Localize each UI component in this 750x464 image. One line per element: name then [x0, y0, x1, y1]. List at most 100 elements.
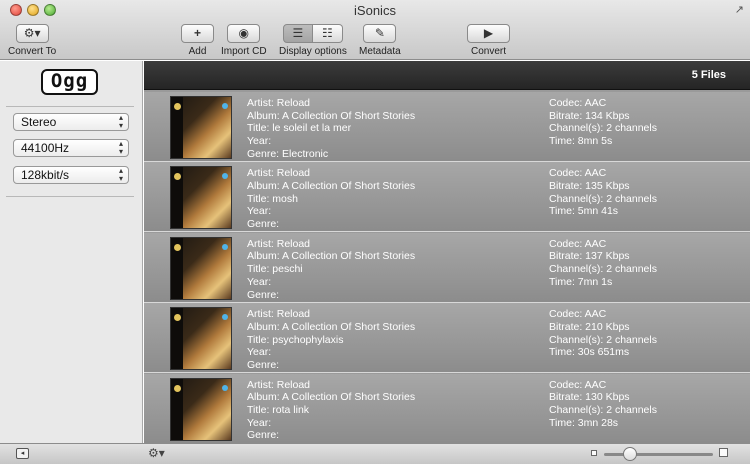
track-year: Year: — [247, 205, 272, 218]
large-thumbnail-icon — [719, 448, 728, 457]
sample-rate-select[interactable]: 44100Hz ▴ ▾ — [13, 139, 129, 157]
track-time: Time: 5mn 41s — [549, 205, 619, 218]
metadata-group: ✎ Metadata — [359, 24, 401, 57]
track-title: Title: mosh — [247, 192, 298, 205]
track-artist: Artist: Reload — [247, 378, 311, 391]
track-channels: Channel(s): 2 channels — [549, 192, 657, 205]
track-genre: Genre: — [247, 358, 280, 371]
ogg-format-logo: Ogg — [41, 69, 98, 95]
edit-icon: ✎ — [374, 26, 385, 40]
track-bitrate: Bitrate: 135 Kbps — [549, 180, 630, 193]
grid-view-button[interactable]: ☷ — [312, 24, 343, 43]
track-album: Album: A Collection Of Short Stories — [247, 320, 416, 333]
track-bitrate: Bitrate: 130 Kbps — [549, 391, 630, 404]
metadata-button[interactable]: ✎ — [363, 24, 397, 43]
track-channels: Channel(s): 2 channels — [549, 122, 657, 135]
gear-icon: ⚙▾ — [23, 26, 41, 40]
track-year: Year: — [247, 416, 272, 429]
add-label: Add — [188, 46, 207, 57]
display-options-label: Display options — [279, 46, 347, 57]
cd-icon: ◉ — [238, 26, 250, 40]
file-row[interactable]: Artist: Reload Album: A Collection Of Sho… — [144, 92, 750, 162]
updown-arrows-icon: ▴ ▾ — [118, 139, 123, 156]
track-metadata: Artist: Reload Album: A Collection Of Sho… — [247, 379, 415, 442]
track-metadata: Artist: Reload Album: A Collection Of Sho… — [247, 238, 415, 301]
bitrate-value: 128kbit/s — [21, 168, 70, 182]
track-channels: Channel(s): 2 channels — [549, 403, 657, 416]
updown-arrows-icon: ▴ ▾ — [118, 113, 123, 130]
track-time: Time: 7mn 1s — [549, 275, 613, 288]
track-channels: Channel(s): 2 channels — [549, 263, 657, 276]
convert-button[interactable]: ▶ — [467, 24, 510, 43]
metadata-label: Metadata — [359, 46, 401, 57]
window-title: iSonics — [354, 3, 396, 18]
album-artwork — [170, 377, 232, 441]
track-codec: Codec: AAC — [549, 378, 607, 391]
small-thumbnail-icon — [591, 450, 597, 456]
track-channels: Channel(s): 2 channels — [549, 333, 657, 346]
track-title: Title: le soleil et la mer — [247, 122, 352, 135]
convert-group: ▶ Convert — [467, 24, 510, 57]
channels-value: Stereo — [21, 115, 57, 129]
track-format-info: Codec: AAC Bitrate: 137 Kbps Channel(s): 2… — [549, 238, 657, 289]
track-bitrate: Bitrate: 137 Kbps — [549, 250, 630, 263]
album-artwork — [170, 96, 232, 159]
track-album: Album: A Collection Of Short Stories — [247, 391, 416, 404]
track-metadata: Artist: Reload Album: A Collection Of Sho… — [247, 308, 415, 371]
track-time: Time: 8mn 5s — [549, 135, 613, 148]
track-codec: Codec: AAC — [549, 237, 607, 250]
track-album: Album: A Collection Of Short Stories — [247, 109, 416, 122]
file-row[interactable]: Artist: Reload Album: A Collection Of Sho… — [144, 373, 750, 444]
track-codec: Codec: AAC — [549, 97, 607, 109]
file-count: 5 Files — [691, 69, 726, 81]
import-cd-button[interactable]: ◉ — [227, 24, 261, 43]
channels-select[interactable]: Stereo ▴ ▾ — [13, 113, 129, 131]
import-cd-label: Import CD — [221, 46, 267, 57]
add-button[interactable]: + — [181, 24, 214, 43]
sidebar-divider — [6, 106, 134, 107]
play-icon: ▶ — [483, 26, 494, 40]
track-genre: Genre: Electronic — [247, 147, 329, 160]
album-artwork — [170, 307, 232, 371]
fullscreen-icon[interactable]: ↗ — [735, 3, 744, 16]
file-row[interactable]: Artist: Reload Album: A Collection Of Sho… — [144, 303, 750, 374]
track-year: Year: — [247, 135, 272, 148]
track-time: Time: 30s 651ms — [549, 346, 630, 359]
track-codec: Codec: AAC — [549, 167, 607, 180]
grid-view-icon: ☷ — [322, 26, 333, 40]
track-bitrate: Bitrate: 210 Kbps — [549, 320, 630, 333]
bitrate-select[interactable]: 128kbit/s ▴ ▾ — [13, 166, 129, 184]
track-title: Title: peschi — [247, 263, 303, 276]
track-artist: Artist: Reload — [247, 167, 311, 180]
track-format-info: Codec: AAC Bitrate: 135 Kbps Channel(s): 2… — [549, 167, 657, 218]
track-artist: Artist: Reload — [247, 97, 311, 109]
album-artwork — [170, 166, 232, 230]
file-list-header: 5 Files — [144, 61, 750, 90]
track-title: Title: psychophylaxis — [247, 333, 344, 346]
track-genre: Genre: — [247, 218, 280, 231]
zoom-slider-knob[interactable] — [623, 447, 637, 461]
convert-to-label: Convert To — [8, 46, 57, 57]
track-time: Time: 3mn 28s — [549, 416, 619, 429]
track-format-info: Codec: AAC Bitrate: 134 Kbps Channel(s): 2… — [549, 97, 657, 148]
toolbar: iSonics ↗ ⚙▾ Convert To + Add ◉ Import C… — [0, 0, 750, 60]
track-artist: Artist: Reload — [247, 237, 311, 250]
file-row[interactable]: Artist: Reload Album: A Collection Of Sho… — [144, 232, 750, 303]
toggle-sidebar-button[interactable]: ◂ — [16, 448, 29, 459]
list-view-button[interactable]: ☰ — [282, 24, 313, 43]
list-view-icon: ☰ — [292, 26, 304, 40]
convert-to-button[interactable]: ⚙▾ — [15, 24, 49, 43]
track-artist: Artist: Reload — [247, 308, 311, 321]
format-sidebar: Ogg Stereo ▴ ▾ 44100Hz ▴ ▾ 128kbit/s ▴ ▾ — [0, 61, 143, 443]
gear-menu-icon[interactable]: ⚙▾ — [148, 446, 165, 460]
track-title: Title: rota link — [247, 403, 310, 416]
status-bar: ◂ ⚙▾ — [0, 443, 750, 464]
album-artwork — [170, 236, 232, 300]
sample-rate-value: 44100Hz — [21, 141, 70, 155]
track-metadata: Artist: Reload Album: A Collection Of Sho… — [247, 97, 415, 160]
convert-label: Convert — [470, 46, 506, 57]
track-year: Year: — [247, 346, 272, 359]
zoom-slider-track[interactable] — [604, 453, 713, 456]
display-options-group: ☰ ☷ Display options — [279, 24, 347, 57]
file-row[interactable]: Artist: Reload Album: A Collection Of Sho… — [144, 162, 750, 233]
